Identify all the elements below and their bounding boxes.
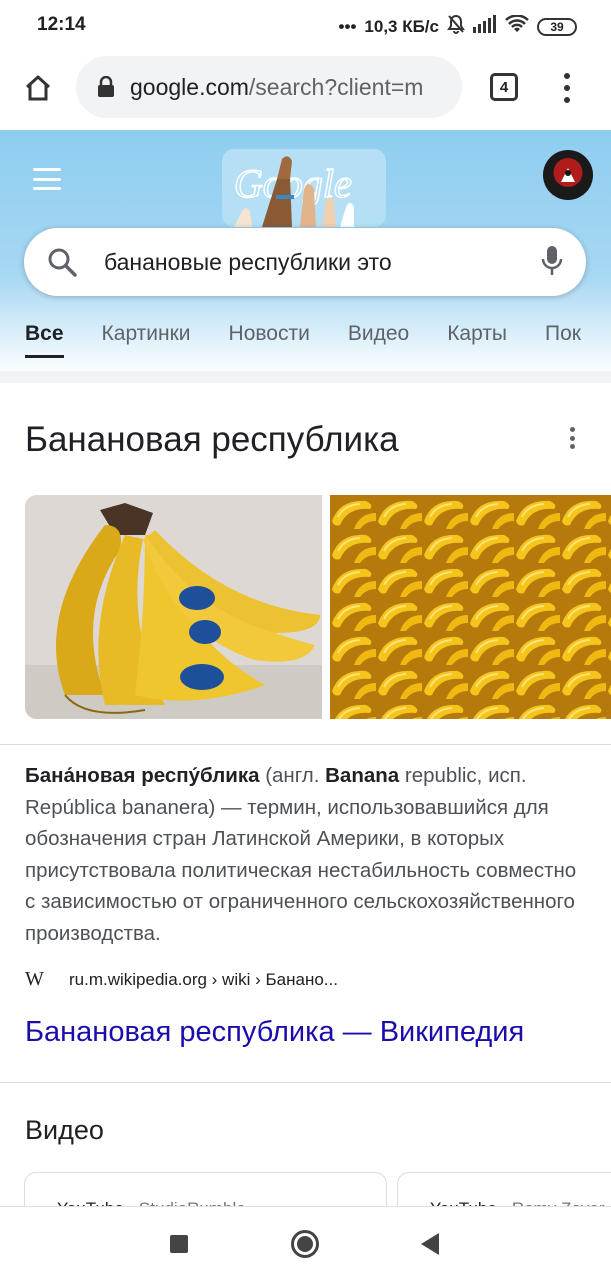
signal-icon — [473, 15, 497, 38]
desc-part-2: republic, исп. República bananera) — тер… — [25, 764, 577, 945]
banana-bunch-image[interactable] — [25, 495, 322, 719]
tab-news[interactable]: Новости — [229, 322, 310, 358]
wikipedia-icon: W — [25, 968, 44, 990]
term-english-bold: Banana — [325, 764, 400, 787]
wifi-icon — [505, 14, 529, 38]
mute-bell-icon — [447, 14, 465, 39]
dots-icon: ••• — [338, 16, 357, 36]
avatar-figure-icon — [561, 168, 575, 182]
tab-shopping[interactable]: Пок — [545, 322, 581, 358]
tab-switcher-button[interactable]: 4 — [490, 73, 518, 101]
status-bar: 12:14 ••• 10,3 КБ/с 39 — [0, 0, 611, 52]
status-time: 12:14 — [37, 14, 86, 35]
knowledge-panel-title: Банановая республика — [25, 420, 399, 459]
lock-icon — [98, 76, 114, 97]
tab-maps[interactable]: Карты — [447, 322, 507, 358]
videos-heading: Видео — [25, 1115, 104, 1145]
banana-pile-image[interactable] — [330, 495, 611, 719]
svg-text:Google: Google — [234, 161, 352, 206]
browser-toolbar: google.com/search?client=m 4 — [0, 52, 611, 130]
account-avatar[interactable] — [543, 150, 593, 200]
term-bold: Бана́новая респу́блика — [25, 764, 260, 787]
browser-menu-button[interactable] — [555, 70, 579, 106]
tab-video[interactable]: Видео — [348, 322, 409, 358]
status-indicators: ••• 10,3 КБ/с 39 — [339, 14, 577, 39]
mic-icon[interactable] — [540, 244, 564, 278]
search-tabs: Все Картинки Новости Видео Карты Пок — [25, 322, 611, 358]
url-text: google.com/search?client=m — [130, 74, 423, 101]
battery-icon: 39 — [537, 17, 577, 36]
recents-icon[interactable] — [170, 1235, 188, 1253]
tab-all[interactable]: Все — [25, 322, 64, 358]
source-breadcrumb: ru.m.wikipedia.org › wiki › Банано... — [69, 969, 338, 989]
desc-part-1: (англ. — [259, 764, 326, 787]
android-nav-bar — [0, 1206, 611, 1280]
source-row[interactable]: W ru.m.wikipedia.org › wiki › Банано... — [25, 968, 338, 991]
back-icon[interactable] — [421, 1233, 439, 1255]
tab-images[interactable]: Картинки — [102, 322, 191, 358]
google-doodle[interactable]: Google — [222, 149, 386, 227]
home-icon — [25, 75, 51, 101]
section-separator — [0, 371, 611, 383]
address-bar[interactable]: google.com/search?client=m — [76, 56, 462, 118]
url-path: /search?client=m — [248, 73, 424, 100]
search-box[interactable]: банановые республики это — [24, 228, 586, 296]
home-button[interactable] — [18, 68, 58, 108]
knowledge-panel-description: Бана́новая респу́блика (англ. Banana rep… — [25, 760, 590, 949]
hamburger-menu-icon[interactable] — [33, 168, 61, 190]
banana-pile-illustration — [330, 495, 611, 719]
wikipedia-link[interactable]: Банановая республика — Википедия — [25, 1016, 524, 1049]
doodle-hands-icon: Google — [222, 149, 386, 227]
divider — [0, 744, 611, 745]
network-speed: 10,3 КБ/с — [364, 16, 439, 36]
google-header: Google банановые республики это Все Карт… — [0, 130, 611, 375]
more-options-icon[interactable] — [566, 427, 578, 449]
home-nav-icon[interactable] — [291, 1230, 319, 1258]
banana-bunch-illustration — [25, 495, 322, 719]
search-query[interactable]: банановые республики это — [104, 249, 392, 276]
divider — [0, 1082, 611, 1083]
url-host: google.com — [130, 73, 249, 100]
search-icon[interactable] — [46, 246, 78, 278]
